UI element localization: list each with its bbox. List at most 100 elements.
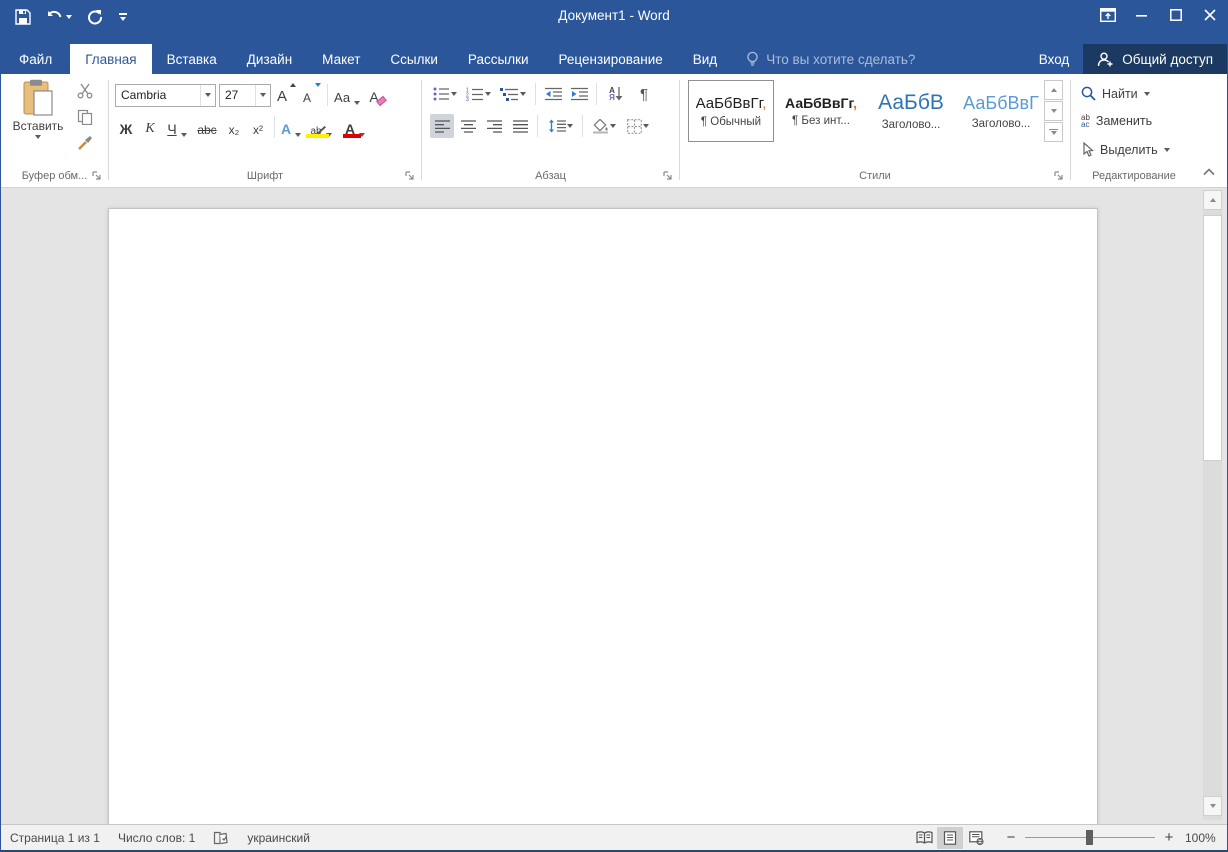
ribbon: Вставить [1,74,1227,188]
text-highlight-button[interactable]: ab [304,114,338,140]
multilevel-list-button[interactable] [496,82,530,106]
paste-button[interactable]: Вставить [9,79,67,155]
line-spacing-button[interactable] [543,114,577,138]
borders-button[interactable] [622,114,654,138]
font-size-dropdown[interactable] [255,85,270,106]
paste-dropdown-caret[interactable] [35,135,41,139]
quick-access-toolbar [9,4,133,30]
zoom-slider[interactable] [1025,830,1155,845]
change-case-button[interactable]: Аа [334,82,360,108]
underline-caret[interactable] [181,133,187,137]
sort-button[interactable]: А Я [602,82,630,106]
align-right-button[interactable] [482,114,506,138]
tab-references[interactable]: Ссылки [375,44,453,74]
select-caret[interactable] [1164,148,1170,152]
styles-dialog-launcher[interactable] [1053,170,1065,182]
style-card-no-spacing[interactable]: АаБбВвГг, ¶ Без инт... [778,80,864,142]
customize-qat-button[interactable] [113,9,133,25]
underline-letter: Ч [167,121,176,137]
minimize-button[interactable] [1125,0,1159,30]
italic-button[interactable]: К [139,114,161,140]
grow-font-button[interactable]: А [274,82,296,108]
font-dialog-launcher[interactable] [404,170,416,182]
print-layout-button[interactable] [937,827,963,849]
select-button[interactable]: Выделить [1081,142,1170,157]
font-color-button[interactable]: А [340,114,370,140]
sign-in-button[interactable]: Вход [1025,44,1084,74]
tell-me-box[interactable]: Что вы хотите сделать? [746,44,915,74]
web-layout-button[interactable] [963,827,989,849]
bullet-list-icon [433,87,450,101]
tab-design[interactable]: Дизайн [232,44,307,74]
document-canvas[interactable] [1,188,1227,824]
style-card-heading1[interactable]: АаБбВ Заголово... [868,80,954,142]
tab-review[interactable]: Рецензирование [544,44,678,74]
zoom-slider-handle[interactable] [1086,830,1093,845]
bullets-button[interactable] [430,82,460,106]
show-marks-button[interactable]: ¶ [632,82,656,106]
scroll-down-button[interactable] [1203,796,1222,816]
copy-button[interactable] [73,106,97,128]
share-button[interactable]: Общий доступ [1083,44,1227,74]
scrollbar-thumb[interactable] [1203,215,1222,461]
tab-file[interactable]: Файл [1,44,70,74]
shrink-font-button[interactable]: А [299,82,321,108]
superscript-button[interactable]: x² [247,114,269,140]
tab-insert[interactable]: Вставка [152,44,232,74]
proofing-status[interactable] [204,831,238,845]
align-left-button[interactable] [430,114,454,138]
subscript-button[interactable]: x₂ [223,114,245,140]
align-center-button[interactable] [456,114,480,138]
undo-button[interactable] [41,4,77,30]
increase-indent-button[interactable] [567,82,591,106]
read-mode-button[interactable] [911,827,937,849]
decrease-indent-button[interactable] [541,82,565,106]
font-name-dropdown[interactable] [200,85,215,106]
document-page[interactable] [108,208,1098,824]
maximize-button[interactable] [1159,0,1193,30]
bold-button[interactable]: Ж [115,114,137,140]
tab-layout[interactable]: Макет [307,44,375,74]
zoom-out-button[interactable]: − [1005,829,1017,846]
cut-button[interactable] [73,80,97,102]
scroll-up-button[interactable] [1203,190,1222,210]
font-size-combobox[interactable]: 27 [219,84,271,107]
style-card-heading2[interactable]: АаБбВвГ Заголово... [958,80,1044,142]
style-card-normal[interactable]: АаБбВвГг, ¶ Обычный [688,80,774,142]
vertical-scrollbar[interactable] [1203,190,1222,820]
page-indicator[interactable]: Страница 1 из 1 [1,831,109,845]
close-button[interactable] [1193,0,1227,30]
styles-gallery-more-button[interactable] [1044,122,1063,142]
shading-button[interactable] [588,114,620,138]
word-count[interactable]: Число слов: 1 [109,831,204,845]
tab-view[interactable]: Вид [678,44,732,74]
styles-scroll-up-button[interactable] [1044,80,1063,100]
paragraph-dialog-launcher[interactable] [662,170,674,182]
search-icon [1081,86,1096,101]
ribbon-display-options-icon [1100,8,1116,22]
repeat-button[interactable] [81,4,109,30]
style-name: Заголово... [882,119,941,131]
tab-home[interactable]: Главная [70,44,151,74]
tab-mailings[interactable]: Рассылки [453,44,544,74]
font-name-combobox[interactable]: Cambria [115,84,216,107]
language-indicator[interactable]: украинский [238,831,319,845]
find-caret[interactable] [1144,92,1150,96]
strikethrough-button[interactable]: abc [193,114,221,140]
collapse-ribbon-button[interactable] [1200,165,1218,179]
zoom-in-button[interactable]: + [1163,829,1175,846]
text-effects-button[interactable]: А [280,114,302,140]
zoom-level[interactable]: 100% [1185,831,1227,845]
underline-button[interactable]: Ч [163,114,191,140]
format-painter-button[interactable] [73,132,97,154]
justify-button[interactable] [508,114,532,138]
numbering-button[interactable]: 123 [462,82,494,106]
clipboard-dialog-launcher[interactable] [91,170,103,182]
clear-formatting-button[interactable]: А [363,82,385,108]
find-button[interactable]: Найти [1081,86,1150,101]
save-button[interactable] [9,4,37,30]
styles-scroll-down-button[interactable] [1044,101,1063,121]
ribbon-display-options-button[interactable] [1091,0,1125,30]
undo-dropdown-caret[interactable] [66,15,72,19]
replace-button[interactable]: ab ac Заменить [1081,114,1152,128]
